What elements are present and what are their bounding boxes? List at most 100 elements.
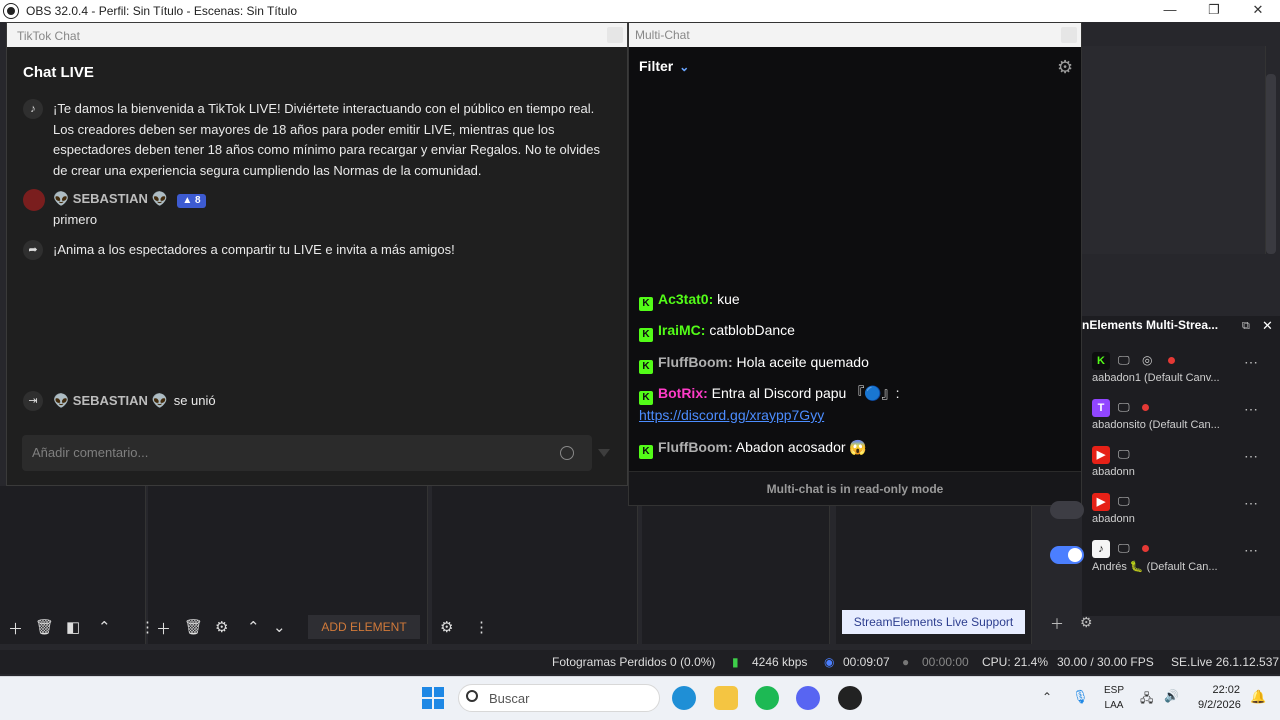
signal-icon: ▮ xyxy=(732,655,739,669)
spotify-icon[interactable] xyxy=(755,686,779,710)
destination-toggle[interactable] xyxy=(1050,501,1084,519)
more-options-icon[interactable]: ⋯ xyxy=(1244,401,1258,418)
monitor-icon: 🖵 xyxy=(1118,353,1130,367)
add-source-icon[interactable]: ＋ xyxy=(156,618,171,639)
comment-input[interactable]: Añadir comentario... xyxy=(22,435,592,471)
gear-icon[interactable]: ⚙ xyxy=(215,618,228,636)
trash-icon[interactable]: 🗑 xyxy=(184,618,203,636)
destination-name: abadonn xyxy=(1092,513,1135,525)
destination-name: aabadon1 (Default Canv... xyxy=(1092,372,1220,384)
multichat-dock-title: Multi-Chat xyxy=(635,28,690,42)
more-options-icon[interactable]: ⋯ xyxy=(1244,354,1258,371)
monitor-icon: 🖵 xyxy=(1118,400,1130,414)
trash-icon[interactable]: 🗑 xyxy=(35,618,54,636)
lang-line2: LAA xyxy=(1104,700,1124,711)
more-options-icon[interactable]: ⋯ xyxy=(1244,542,1258,559)
status-dot xyxy=(1142,404,1149,411)
chevron-down-icon[interactable]: ⌄ xyxy=(273,618,286,636)
edge-icon[interactable] xyxy=(672,686,696,710)
stream-destination-row: K 🖵 ◎ aabadon1 (Default Canv... ⋯ xyxy=(1044,352,1280,398)
destination-toggle[interactable] xyxy=(1050,546,1084,564)
search-icon xyxy=(466,690,478,702)
send-icon[interactable] xyxy=(598,449,610,457)
gear-icon[interactable]: ⚙ xyxy=(1057,57,1073,78)
chat-username[interactable]: FluffBoom: xyxy=(658,354,733,370)
dropped-frames: Fotogramas Perdidos 0 (0.0%) xyxy=(552,655,716,669)
tray-chevron-up-icon[interactable]: ⌃ xyxy=(1042,690,1052,704)
chat-message: K FluffBoom: Hola aceite quemado xyxy=(639,352,869,374)
stream-destination-row: ♪ 🖵 Andrés 🐛 (Default Can... ⋯ xyxy=(1044,540,1280,586)
more-icon[interactable]: ⋮ xyxy=(140,618,155,636)
microphone-icon[interactable]: 🎙 xyxy=(1072,689,1089,705)
mixer-settings-icon[interactable]: ⚙ xyxy=(440,618,453,636)
emoji-icon[interactable] xyxy=(560,446,574,460)
minimize-button[interactable]: — xyxy=(1148,0,1192,22)
chat-username[interactable]: 👽 SEBASTIAN 👽 xyxy=(53,191,168,206)
filter-dropdown[interactable]: Filter ⌄ xyxy=(639,58,689,74)
share-arrow-icon: ➦ xyxy=(23,240,43,260)
add-scene-icon[interactable]: ＋ xyxy=(8,618,23,639)
multichat-dock-close-button[interactable] xyxy=(1061,27,1077,43)
record-icon: ● xyxy=(902,655,910,669)
discord-link[interactable]: https://discord.gg/xraypp7Gyy xyxy=(639,407,824,423)
chat-message: K Ac3tat0: kue xyxy=(639,289,740,311)
chat-message-text: Abadon acosador 😱 xyxy=(732,439,867,455)
youtube-icon: ▶ xyxy=(1092,493,1110,511)
more-icon[interactable]: ⋮ xyxy=(474,618,489,636)
kick-icon: K xyxy=(639,297,653,311)
scrollbar[interactable] xyxy=(1266,74,1276,254)
add-icon[interactable]: ＋ xyxy=(1050,614,1064,634)
more-options-icon[interactable]: ⋯ xyxy=(1244,448,1258,465)
bitrate: 4246 kbps xyxy=(752,655,808,669)
clock[interactable]: 22:02 9/2/2026 xyxy=(1198,683,1241,713)
tiktok-dock-close-button[interactable] xyxy=(607,27,623,43)
file-explorer-icon[interactable] xyxy=(714,686,738,710)
chat-message: K FluffBoom: Abadon acosador 😱 xyxy=(639,437,867,459)
avatar[interactable] xyxy=(23,189,45,211)
chat-username[interactable]: FluffBoom: xyxy=(658,439,733,455)
stream-icon: ◉ xyxy=(824,655,835,669)
more-options-icon[interactable]: ⋯ xyxy=(1244,495,1258,512)
notification-icon[interactable]: 🔔 xyxy=(1250,689,1266,705)
chevron-up-icon[interactable]: ⌃ xyxy=(98,618,111,636)
windows-start-icon[interactable] xyxy=(422,687,444,709)
obs-taskbar-icon[interactable] xyxy=(838,686,862,710)
monitor-icon: 🖵 xyxy=(1118,447,1130,461)
network-icon[interactable]: 🖧 xyxy=(1140,689,1153,710)
obs-logo-icon xyxy=(3,3,19,19)
join-username[interactable]: 👽 SEBASTIAN 👽 xyxy=(53,391,168,412)
fps: 30.00 / 30.00 FPS xyxy=(1057,655,1154,669)
maximize-button[interactable]: ❐ xyxy=(1192,0,1236,22)
chat-username[interactable]: BotRix: xyxy=(658,385,708,401)
monitor-icon: 🖵 xyxy=(1118,541,1130,555)
language-indicator[interactable]: ESP LAA xyxy=(1100,683,1128,713)
chat-username[interactable]: Ac3tat0: xyxy=(658,291,713,307)
transitions-dock xyxy=(642,506,830,644)
clock-time: 22:02 xyxy=(1212,684,1240,696)
status-dot xyxy=(1142,545,1149,552)
se-multistream-title: nElements Multi-Strea... xyxy=(1082,318,1219,332)
tiktok-note-icon: ♪ xyxy=(23,99,43,119)
chevron-up-icon[interactable]: ⌃ xyxy=(247,618,260,636)
stream-time: 00:09:07 xyxy=(843,655,890,669)
join-notice: ⇥ 👽 SEBASTIAN 👽 se unió xyxy=(23,391,216,412)
discord-icon[interactable] xyxy=(796,686,820,710)
chat-heading: Chat LIVE xyxy=(23,64,94,81)
add-element-button[interactable]: ADD ELEMENT xyxy=(308,615,420,639)
chat-username[interactable]: IraiMC: xyxy=(658,322,705,338)
volume-icon[interactable]: 🔊 xyxy=(1164,689,1179,703)
gear-icon[interactable]: ⚙ xyxy=(1080,614,1093,631)
level-badge: ▲ 8 xyxy=(177,194,206,208)
close-button[interactable]: ✕ xyxy=(1236,0,1280,22)
se-live-support-button[interactable]: StreamElements Live Support xyxy=(842,610,1025,634)
clock-date: 9/2/2026 xyxy=(1198,699,1241,711)
destination-name: Andrés 🐛 (Default Can... xyxy=(1092,561,1218,573)
taskbar-search-input[interactable]: Buscar xyxy=(458,684,660,712)
filters-icon[interactable]: ◧ xyxy=(66,618,80,636)
multi-chat-dock: Multi-Chat Filter ⌄ ⚙ K Ac3tat0: kue K Irai… xyxy=(628,22,1082,506)
popout-icon[interactable]: ⧉ xyxy=(1242,320,1250,333)
chat-message-text: catblobDance xyxy=(705,322,795,338)
share-prompt: ➦ ¡Anima a los espectadores a compartir … xyxy=(23,240,455,261)
close-icon[interactable]: ✕ xyxy=(1262,318,1273,334)
window-title: OBS 32.0.4 - Perfil: Sin Título - Escena… xyxy=(26,4,298,18)
